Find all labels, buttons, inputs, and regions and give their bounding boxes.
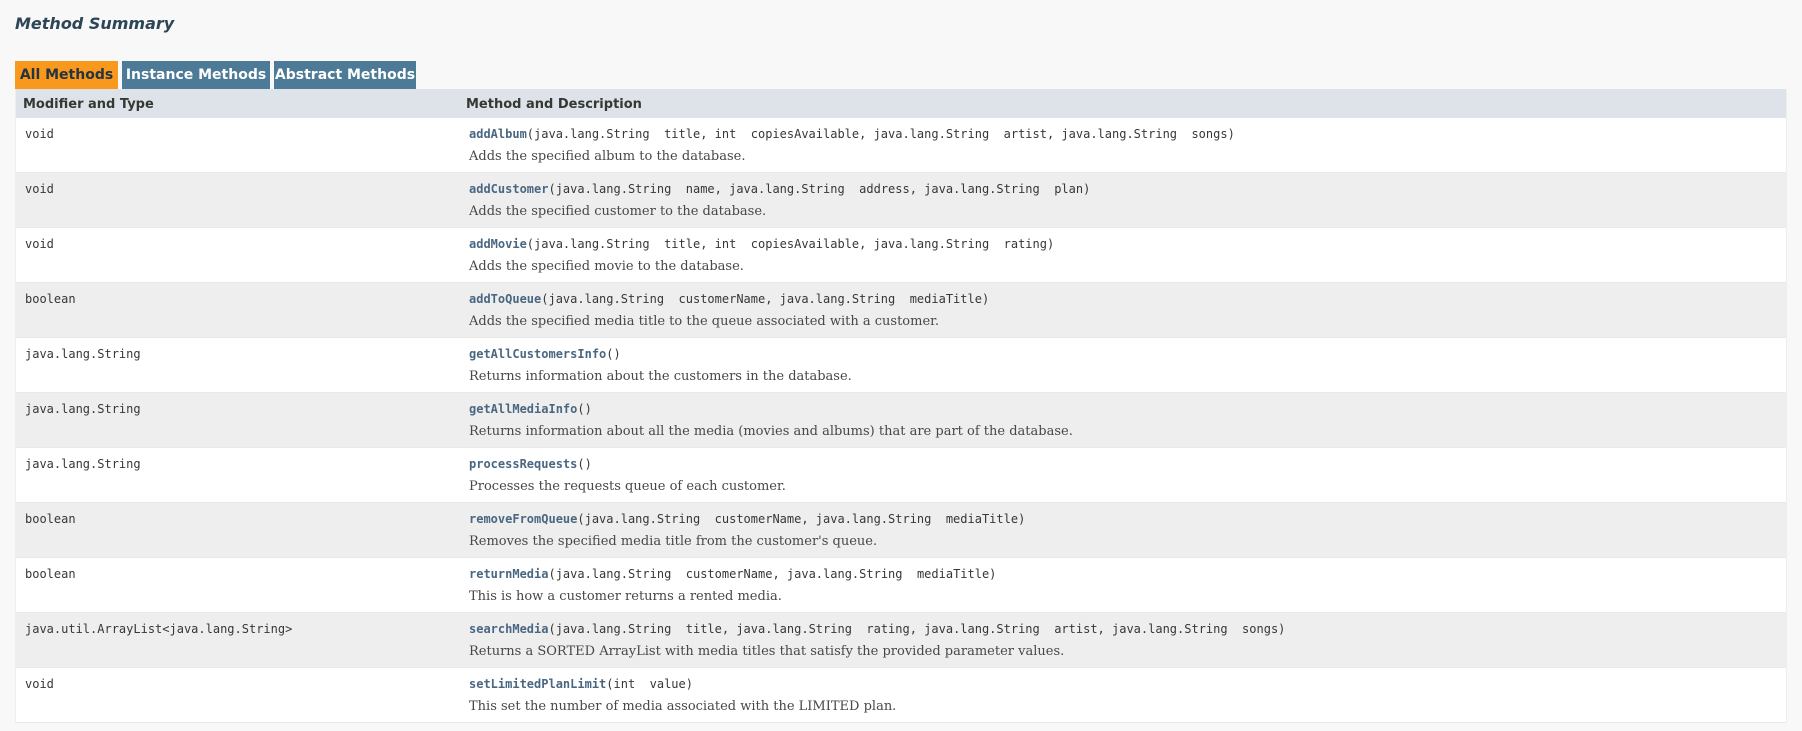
method-link[interactable]: addMovie — [469, 237, 527, 251]
table-row: void setLimitedPlanLimit(int value) This… — [16, 668, 1786, 723]
method-summary-table: Modifier and Type Method and Description… — [15, 89, 1787, 723]
table-row: java.util.ArrayList<java.lang.String> se… — [16, 613, 1786, 668]
method-description: This is how a customer returns a rented … — [469, 589, 782, 604]
tab-abstract-methods[interactable]: Abstract Methods — [274, 61, 416, 89]
method-params: () — [577, 457, 592, 471]
method-signature: addToQueue(java.lang.String customerName… — [469, 292, 989, 306]
return-type: java.lang.String — [25, 402, 141, 416]
method-description: Returns information about the customers … — [469, 369, 852, 384]
table-row: java.lang.String getAllMediaInfo() Retur… — [16, 393, 1786, 448]
table-row: void addAlbum(java.lang.String title, in… — [16, 118, 1786, 173]
method-params: (java.lang.String title, int copiesAvail… — [526, 127, 1235, 141]
method-params: (int value) — [606, 677, 693, 691]
return-type: void — [25, 237, 54, 251]
column-header-modifier-type: Modifier and Type — [23, 97, 154, 112]
table-row: boolean removeFromQueue(java.lang.String… — [16, 503, 1786, 558]
page-title: Method Summary — [15, 14, 175, 33]
method-link[interactable]: getAllMediaInfo — [469, 402, 577, 416]
method-tabs: All Methods Instance Methods Abstract Me… — [15, 61, 416, 89]
return-type: java.lang.String — [25, 347, 141, 361]
method-link[interactable]: searchMedia — [469, 622, 548, 636]
column-header-method-description: Method and Description — [466, 97, 642, 112]
table-row: java.lang.String processRequests() Proce… — [16, 448, 1786, 503]
table-header: Modifier and Type Method and Description — [16, 89, 1786, 118]
method-description: Processes the requests queue of each cus… — [469, 479, 786, 494]
return-type: boolean — [25, 512, 76, 526]
method-signature: addCustomer(java.lang.String name, java.… — [469, 182, 1090, 196]
method-description: Adds the specified media title to the qu… — [469, 314, 940, 329]
method-description: Adds the specified album to the database… — [469, 149, 746, 164]
method-link[interactable]: setLimitedPlanLimit — [469, 677, 606, 691]
method-link[interactable]: addToQueue — [469, 292, 541, 306]
table-row: boolean addToQueue(java.lang.String cust… — [16, 283, 1786, 338]
method-signature: processRequests() — [469, 457, 592, 471]
method-params: (java.lang.String title, java.lang.Strin… — [548, 622, 1286, 636]
return-type: java.util.ArrayList<java.lang.String> — [25, 622, 293, 636]
method-signature: setLimitedPlanLimit(int value) — [469, 677, 693, 691]
method-signature: searchMedia(java.lang.String title, java… — [469, 622, 1285, 636]
return-type: void — [25, 127, 54, 141]
return-type: void — [25, 182, 54, 196]
method-signature: getAllCustomersInfo() — [469, 347, 621, 361]
method-signature: addMovie(java.lang.String title, int cop… — [469, 237, 1054, 251]
table-row: boolean returnMedia(java.lang.String cus… — [16, 558, 1786, 613]
method-params: (java.lang.String customerName, java.lan… — [548, 567, 997, 581]
return-type: boolean — [25, 292, 76, 306]
method-link[interactable]: addAlbum — [469, 127, 527, 141]
return-type: java.lang.String — [25, 457, 141, 471]
method-params: (java.lang.String title, int copiesAvail… — [526, 237, 1055, 251]
method-params: (java.lang.String customerName, java.lan… — [577, 512, 1026, 526]
method-link[interactable]: returnMedia — [469, 567, 548, 581]
return-type: void — [25, 677, 54, 691]
method-description: Removes the specified media title from t… — [469, 534, 878, 549]
method-params: (java.lang.String name, java.lang.String… — [548, 182, 1091, 196]
table-row: void addMovie(java.lang.String title, in… — [16, 228, 1786, 283]
method-link[interactable]: getAllCustomersInfo — [469, 347, 606, 361]
method-params: () — [606, 347, 621, 361]
method-description: Returns a SORTED ArrayList with media ti… — [469, 644, 1065, 659]
method-link[interactable]: addCustomer — [469, 182, 548, 196]
method-signature: returnMedia(java.lang.String customerNam… — [469, 567, 996, 581]
method-params: () — [577, 402, 592, 416]
method-signature: addAlbum(java.lang.String title, int cop… — [469, 127, 1235, 141]
method-signature: removeFromQueue(java.lang.String custome… — [469, 512, 1025, 526]
method-params: (java.lang.String customerName, java.lan… — [541, 292, 990, 306]
method-link[interactable]: processRequests — [469, 457, 577, 471]
method-signature: getAllMediaInfo() — [469, 402, 592, 416]
return-type: boolean — [25, 567, 76, 581]
method-description: This set the number of media associated … — [469, 699, 897, 714]
tab-all-methods[interactable]: All Methods — [15, 61, 118, 89]
method-link[interactable]: removeFromQueue — [469, 512, 577, 526]
table-row: void addCustomer(java.lang.String name, … — [16, 173, 1786, 228]
method-description: Adds the specified movie to the database… — [469, 259, 744, 274]
table-row: java.lang.String getAllCustomersInfo() R… — [16, 338, 1786, 393]
method-description: Returns information about all the media … — [469, 424, 1073, 439]
tab-instance-methods[interactable]: Instance Methods — [122, 61, 270, 89]
method-description: Adds the specified customer to the datab… — [469, 204, 767, 219]
